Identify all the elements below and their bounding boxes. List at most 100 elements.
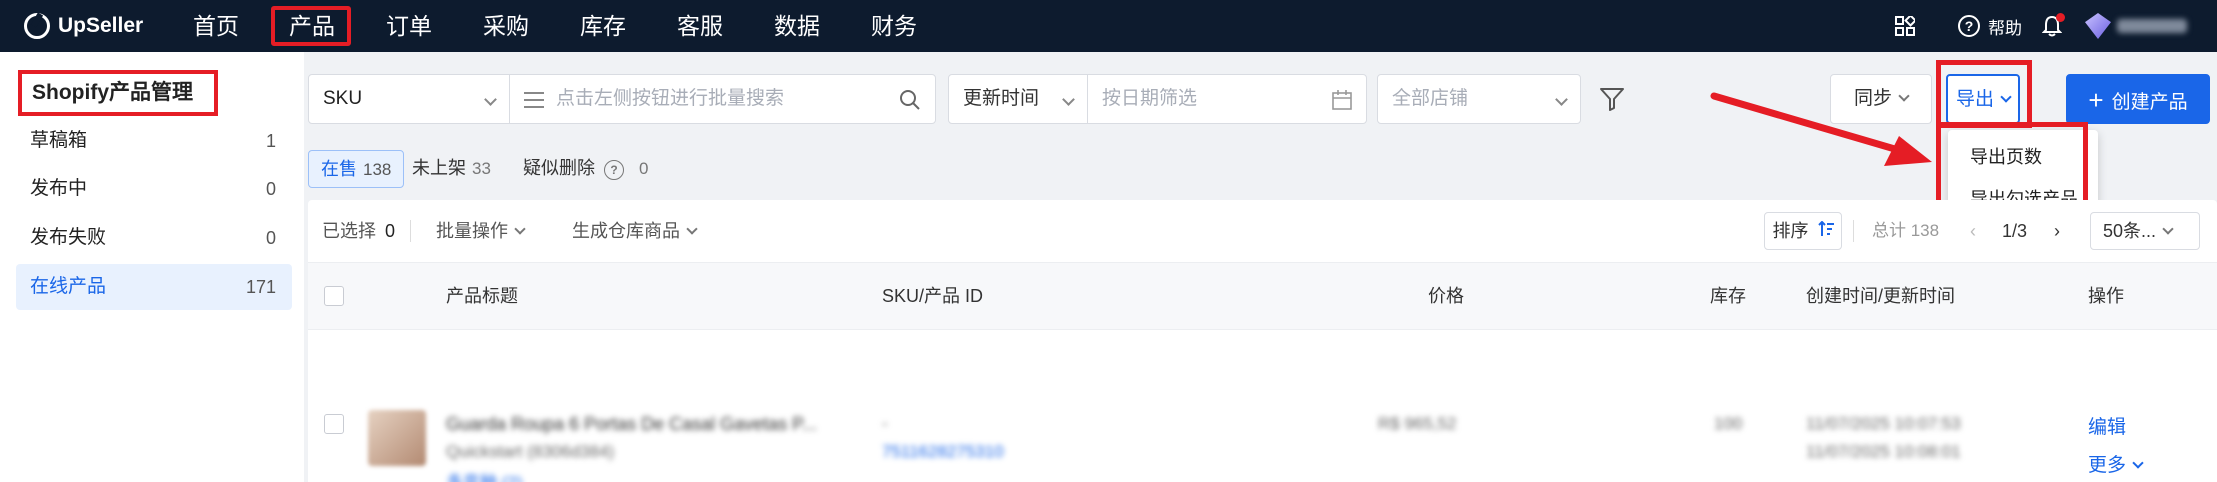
gen-warehouse-label: 生成仓库商品 <box>572 221 680 241</box>
selected-number: 0 <box>385 221 396 241</box>
variants-toggle[interactable]: 多变种 (2) <box>446 468 523 482</box>
more-actions-dropdown[interactable]: 更多 <box>2088 450 2144 477</box>
sidebar-title: Shopify产品管理 <box>18 70 218 116</box>
divider <box>410 220 411 242</box>
nav-customer-service[interactable]: 客服 <box>669 0 731 52</box>
username-blurred <box>2117 19 2187 33</box>
time-type-value: 更新时间 <box>963 88 1040 109</box>
notification-dot <box>2056 13 2065 22</box>
search-icon[interactable] <box>899 89 921 111</box>
batch-ops-label: 批量操作 <box>436 221 508 241</box>
create-product-button[interactable]: + 创建产品 <box>2066 74 2210 124</box>
page-size-select[interactable]: 50条... <box>2090 212 2200 250</box>
chevron-down-icon <box>1062 93 1075 106</box>
batch-operations-dropdown[interactable]: 批量操作 <box>436 200 526 262</box>
tab-suspected-deleted[interactable]: 疑似删除 ? 0 <box>511 150 661 188</box>
sidebar-item-publishing[interactable]: 发布中 0 <box>16 166 292 212</box>
date-filter-input[interactable]: 按日期筛选 <box>1087 74 1367 124</box>
nav-purchasing[interactable]: 采购 <box>475 0 537 52</box>
plus-icon: + <box>2088 85 2104 115</box>
created-time: 11/07/2025 10:07:53 <box>1806 414 1961 433</box>
chevron-down-icon <box>484 93 497 106</box>
product-title[interactable]: Guarda Roupa 6 Portas De Casal Gavetas P… <box>446 414 817 435</box>
table-header: 产品标题 SKU/产品 ID 价格 库存 创建时间/更新时间 操作 <box>308 262 2217 330</box>
updated-time: 11/07/2025 10:08:01 <box>1806 442 1961 461</box>
time-type-select[interactable]: 更新时间 <box>948 74 1088 124</box>
sidebar-item-label: 发布失败 <box>30 227 107 248</box>
col-title: 产品标题 <box>446 286 518 306</box>
divider <box>1853 220 1854 242</box>
sidebar-item-label: 发布中 <box>30 178 88 199</box>
calendar-icon <box>1332 90 1352 110</box>
export-button-highlight <box>1936 60 2032 128</box>
notification-bell-icon[interactable] <box>2042 0 2062 52</box>
sidebar-item-online-products[interactable]: 在线产品 171 <box>16 264 292 310</box>
store-select-placeholder: 全部店铺 <box>1392 88 1469 109</box>
date-filter-placeholder: 按日期筛选 <box>1102 88 1198 109</box>
question-circle-icon[interactable]: ? <box>604 160 625 180</box>
sidebar-item-count: 171 <box>245 277 276 297</box>
sort-button[interactable]: 排序 <box>1764 212 1842 250</box>
row-checkbox[interactable] <box>324 414 344 434</box>
sku-select[interactable]: SKU <box>308 74 510 124</box>
more-label: 更多 <box>2088 455 2127 476</box>
top-navigation-bar: UpSeller 首页 产品 订单 采购 库存 客服 数据 财务 ? 帮助 <box>0 0 2217 52</box>
product-id-link[interactable]: 7511628275310 <box>882 442 1004 462</box>
sort-label: 排序 <box>1772 221 1809 241</box>
col-time: 创建时间/更新时间 <box>1806 286 1956 306</box>
nav-orders[interactable]: 订单 <box>378 0 440 52</box>
tab-count: 0 <box>639 159 649 178</box>
brand-name: UpSeller <box>58 14 144 37</box>
total-count: 总计 138 <box>1872 221 1940 240</box>
sort-icon <box>1817 220 1834 236</box>
apps-grid-icon[interactable] <box>1895 0 1915 52</box>
tab-count: 138 <box>363 160 392 179</box>
list-icon[interactable] <box>524 91 544 109</box>
tab-label: 疑似删除 <box>523 158 595 178</box>
select-all-checkbox[interactable] <box>324 286 344 306</box>
nav-finance[interactable]: 财务 <box>863 0 925 52</box>
tab-label: 未上架 <box>412 158 466 178</box>
chevron-down-icon <box>1555 93 1568 106</box>
create-product-label: 创建产品 <box>2111 92 2188 113</box>
tab-on-sale[interactable]: 在售 138 <box>308 150 405 188</box>
sidebar-item-label: 在线产品 <box>30 276 107 297</box>
prev-page-button[interactable]: ‹ <box>1970 200 1976 262</box>
chevron-down-icon <box>2132 457 2144 469</box>
col-price: 价格 <box>1428 286 1464 306</box>
upseller-logo-icon <box>24 13 50 39</box>
sidebar-item-count: 0 <box>265 179 276 199</box>
page-size-value: 50条... <box>2103 221 2157 241</box>
page-indicator: 1/3 <box>2002 221 2028 241</box>
question-circle-icon: ? <box>1958 15 1980 37</box>
sku-select-value: SKU <box>323 88 363 109</box>
user-menu[interactable] <box>2085 0 2187 52</box>
sidebar-item-failed[interactable]: 发布失败 0 <box>16 215 292 261</box>
store-select[interactable]: 全部店铺 <box>1377 74 1581 124</box>
nav-home[interactable]: 首页 <box>185 0 247 52</box>
sidebar-item-label: 草稿箱 <box>30 130 88 151</box>
batch-search-input[interactable]: 点击左侧按钮进行批量搜索 <box>509 74 936 124</box>
chevron-down-icon <box>514 223 526 235</box>
help-button[interactable]: ? 帮助 <box>1958 0 2022 52</box>
sidebar-item-count: 1 <box>265 131 276 151</box>
generate-warehouse-product-dropdown[interactable]: 生成仓库商品 <box>572 200 698 262</box>
nav-inventory[interactable]: 库存 <box>572 0 634 52</box>
nav-data[interactable]: 数据 <box>766 0 828 52</box>
tab-not-listed[interactable]: 未上架 33 <box>400 150 503 188</box>
user-avatar <box>2085 13 2111 39</box>
chevron-down-icon <box>686 223 698 235</box>
next-page-button[interactable]: › <box>2054 200 2060 262</box>
filter-funnel-icon[interactable] <box>1599 86 1625 112</box>
sidebar-item-drafts[interactable]: 草稿箱 1 <box>16 118 292 164</box>
selected-count: 已选择 0 <box>322 200 395 262</box>
col-actions: 操作 <box>2088 286 2124 306</box>
product-price: R$ 965,52 <box>1378 414 1457 433</box>
sidebar-item-count: 0 <box>265 228 276 248</box>
brand-logo[interactable]: UpSeller <box>24 10 143 42</box>
help-label: 帮助 <box>1988 18 2022 38</box>
product-thumbnail[interactable] <box>368 410 426 466</box>
edit-link[interactable]: 编辑 <box>2088 412 2126 439</box>
col-sku: SKU/产品 ID <box>882 286 984 306</box>
col-stock: 库存 <box>1710 286 1746 306</box>
